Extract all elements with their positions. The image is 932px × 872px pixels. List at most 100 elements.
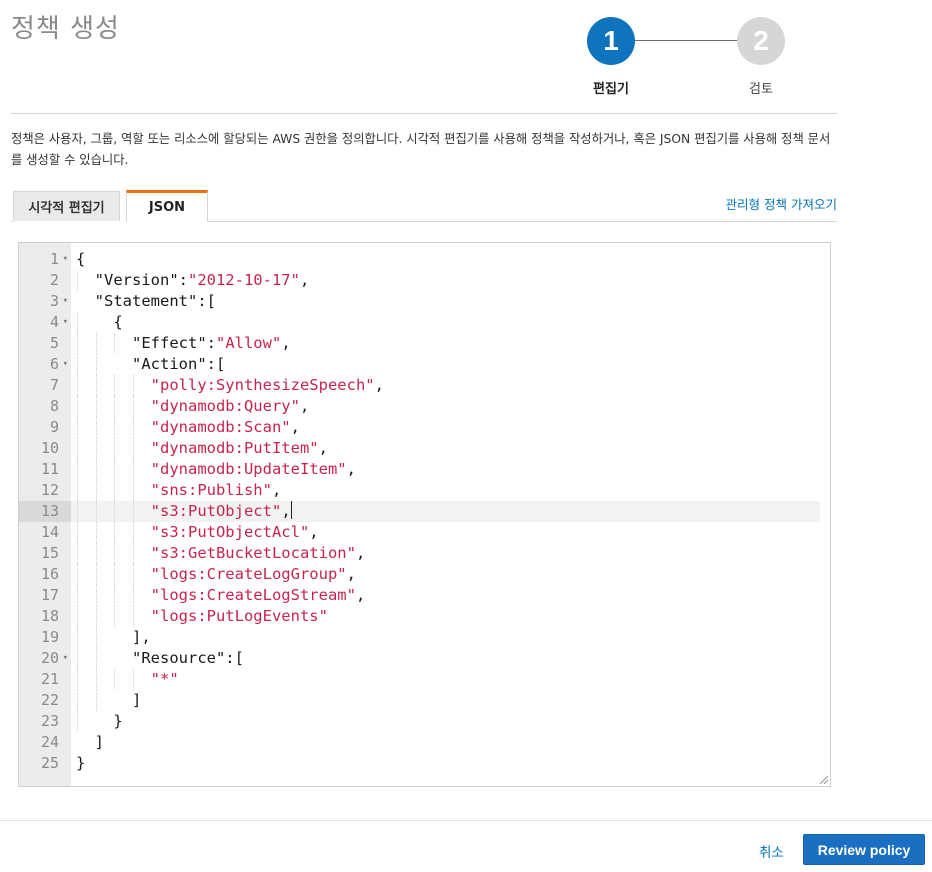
cancel-button[interactable]: 취소 <box>759 841 784 861</box>
string-token: "s3:PutObjectAcl" <box>150 523 310 541</box>
code-token: ] <box>76 733 104 751</box>
code-text[interactable]: "logs:CreateLogStream", <box>76 585 366 606</box>
code-line[interactable]: 13 "s3:PutObject", <box>19 501 830 522</box>
line-number: 22 <box>40 691 59 709</box>
code-token: , <box>346 460 356 478</box>
line-number: 25 <box>40 754 59 772</box>
code-text[interactable]: ] <box>76 690 141 711</box>
code-line[interactable]: 11 "dynamodb:UpdateItem", <box>19 459 830 480</box>
code-line[interactable]: 8 "dynamodb:Query", <box>19 396 830 417</box>
fold-toggle-icon[interactable]: ▾ <box>63 312 68 333</box>
line-number: 3 <box>49 292 59 310</box>
json-code-editor[interactable]: 1 ▾{2 "Version":"2012-10-17", 3 ▾ "Statemen… <box>18 242 831 787</box>
review-policy-button[interactable]: Review policy <box>803 834 925 865</box>
line-number-cell: 4 ▾ <box>19 312 71 333</box>
code-token: "Resource":[ <box>76 649 244 667</box>
code-line[interactable]: 15 "s3:GetBucketLocation", <box>19 543 830 564</box>
code-line[interactable]: 22 ] <box>19 690 830 711</box>
code-text[interactable]: } <box>76 711 123 732</box>
line-number-cell: 17 <box>19 585 71 606</box>
code-line[interactable]: 7 "polly:SynthesizeSpeech", <box>19 375 830 396</box>
code-text[interactable]: "logs:CreateLogGroup", <box>76 564 356 585</box>
code-line[interactable]: 24 ] <box>19 732 830 753</box>
code-line[interactable]: 3 ▾ "Statement":[ <box>19 291 830 312</box>
code-token: { <box>76 250 86 268</box>
code-text[interactable]: { <box>76 249 85 270</box>
code-text[interactable]: "s3:PutObject", <box>76 501 292 522</box>
code-text[interactable]: "dynamodb:PutItem", <box>76 438 328 459</box>
line-number: 9 <box>49 418 59 436</box>
line-number: 8 <box>49 397 59 415</box>
code-line[interactable]: 17 "logs:CreateLogStream", <box>19 585 830 606</box>
tab-json[interactable]: JSON <box>126 190 208 222</box>
code-line[interactable]: 12 "sns:Publish", <box>19 480 830 501</box>
code-line[interactable]: 9 "dynamodb:Scan", <box>19 417 830 438</box>
code-text[interactable]: "Statement":[ <box>76 291 216 312</box>
code-text[interactable]: "*" <box>76 669 179 690</box>
resize-handle-icon[interactable] <box>820 776 828 784</box>
code-token: , <box>281 334 291 352</box>
string-token: "Allow" <box>215 334 282 352</box>
line-number-cell: 7 <box>19 375 71 396</box>
line-number: 5 <box>49 334 59 352</box>
code-line[interactable]: 2 "Version":"2012-10-17", <box>19 270 830 291</box>
line-number-cell: 6 ▾ <box>19 354 71 375</box>
code-line[interactable]: 10 "dynamodb:PutItem", <box>19 438 830 459</box>
code-token: ] <box>76 691 142 709</box>
code-line[interactable]: 4 ▾ { <box>19 312 830 333</box>
import-managed-policy-link[interactable]: 관리형 정책 가져오기 <box>726 194 837 213</box>
code-token: "Version": <box>76 271 188 289</box>
code-text[interactable]: "polly:SynthesizeSpeech", <box>76 375 384 396</box>
code-line[interactable]: 14 "s3:PutObjectAcl", <box>19 522 830 543</box>
code-text[interactable]: "s3:GetBucketLocation", <box>76 543 366 564</box>
fold-toggle-icon[interactable]: ▾ <box>63 291 68 312</box>
code-text[interactable]: ], <box>76 627 151 648</box>
line-number: 6 <box>49 355 59 373</box>
code-token: , <box>281 502 291 520</box>
line-number-cell: 11 <box>19 459 71 480</box>
code-text[interactable]: "sns:Publish", <box>76 480 282 501</box>
string-token: "sns:Publish" <box>150 481 272 499</box>
code-text[interactable]: "dynamodb:Query", <box>76 396 310 417</box>
line-number: 4 <box>49 313 59 331</box>
code-line[interactable]: 21 "*" <box>19 669 830 690</box>
page-description: 정책은 사용자, 그룹, 역할 또는 리소스에 할당되는 AWS 권한을 정의합… <box>11 132 831 167</box>
code-token: , <box>355 544 366 562</box>
line-number-cell: 2 <box>19 270 71 291</box>
code-token: } <box>76 712 123 730</box>
fold-toggle-icon[interactable]: ▾ <box>63 648 68 669</box>
code-line[interactable]: 19 ], <box>19 627 830 648</box>
code-text[interactable]: "dynamodb:UpdateItem", <box>76 459 356 480</box>
code-line[interactable]: 20 ▾ "Resource":[ <box>19 648 830 669</box>
fold-toggle-icon[interactable]: ▾ <box>63 249 68 270</box>
code-text[interactable]: "logs:PutLogEvents" <box>76 606 328 627</box>
line-number-cell: 1 ▾ <box>19 249 71 270</box>
code-text[interactable]: "Version":"2012-10-17", <box>76 270 310 291</box>
tab-visual-editor[interactable]: 시각적 편집기 <box>13 191 120 221</box>
code-text[interactable]: { <box>76 312 122 333</box>
code-line[interactable]: 1 ▾ { <box>19 249 830 270</box>
code-line[interactable]: 6 ▾ "Action":[ <box>19 354 830 375</box>
string-token: "s3:PutObject" <box>150 502 282 520</box>
code-line[interactable]: 25} <box>19 753 830 774</box>
code-line[interactable]: 16 "logs:CreateLogGroup", <box>19 564 830 585</box>
code-text[interactable]: } <box>76 753 85 774</box>
code-line[interactable]: 5 "Effect":"Allow", <box>19 333 830 354</box>
fold-toggle-icon[interactable]: ▾ <box>63 354 68 375</box>
code-text[interactable]: ] <box>76 732 104 753</box>
code-token: , <box>346 565 356 583</box>
line-number-cell: 21 <box>19 669 71 690</box>
line-number-cell: 5 <box>19 333 71 354</box>
code-text[interactable]: "Action":[ <box>76 354 225 375</box>
code-line[interactable]: 18 "logs:PutLogEvents" <box>19 606 830 627</box>
code-text[interactable]: "Effect":"Allow", <box>76 333 291 354</box>
code-text[interactable]: "s3:PutObjectAcl", <box>76 522 319 543</box>
code-line[interactable]: 23 } <box>19 711 830 732</box>
code-text[interactable]: "Resource":[ <box>76 648 244 669</box>
code-text[interactable]: "dynamodb:Scan", <box>76 417 300 438</box>
code-lines[interactable]: 1 ▾{2 "Version":"2012-10-17", 3 ▾ "Statemen… <box>19 249 830 774</box>
